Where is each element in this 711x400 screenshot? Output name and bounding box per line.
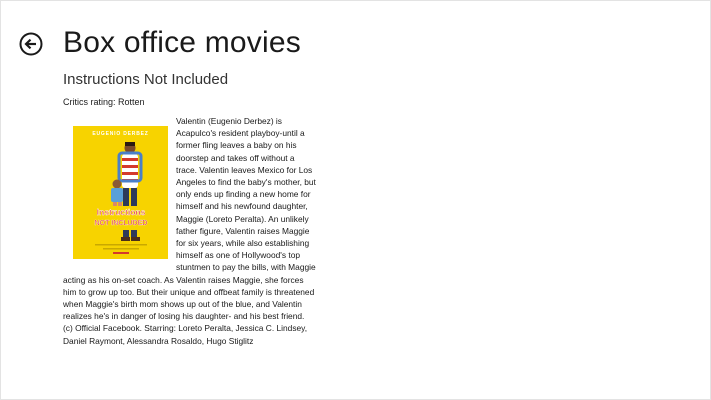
- movie-poster: EUGENIO DERBEZ Instructions NOT INCLUDED: [73, 126, 168, 259]
- movie-details: EUGENIO DERBEZ Instructions NOT INCLUDED…: [63, 115, 316, 347]
- back-arrow-icon: [19, 32, 43, 56]
- poster-actor-name: EUGENIO DERBEZ: [92, 131, 148, 137]
- poster-title-line2: NOT INCLUDED: [95, 220, 148, 227]
- app-window: Box office movies Instructions Not Inclu…: [0, 0, 711, 400]
- page-title: Box office movies: [63, 26, 301, 59]
- movie-title: Instructions Not Included: [63, 71, 229, 88]
- poster-title-line1: Instructions: [97, 207, 146, 217]
- back-button[interactable]: [19, 32, 43, 56]
- critics-rating: Critics rating: Rotten: [63, 97, 145, 107]
